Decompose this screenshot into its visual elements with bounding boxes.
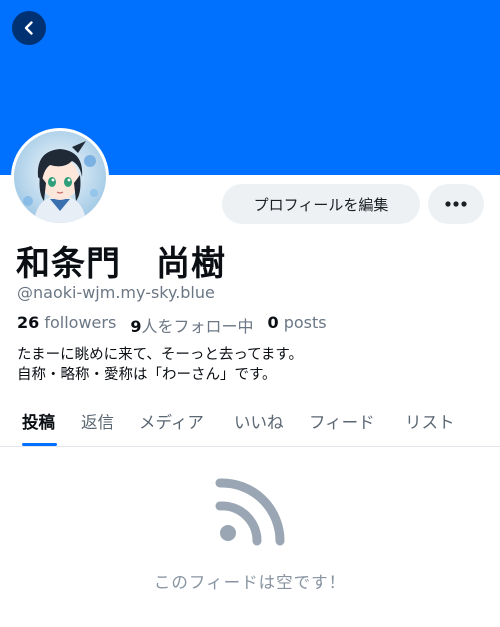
bio-line: たまーに眺めに来て、そーっと去ってます。 (17, 347, 303, 363)
more-options-button[interactable] (428, 184, 484, 224)
tab-lists[interactable]: リスト (405, 409, 455, 433)
tab-replies[interactable]: 返信 (81, 409, 114, 433)
posts-label: posts (283, 313, 327, 332)
bio-line: 自称・略称・愛称は「わーさん」です。 (17, 367, 277, 383)
followers-count: 26 (17, 313, 40, 332)
avatar[interactable] (11, 128, 109, 226)
following-stat[interactable]: 9人をフォロー中 (130, 313, 253, 337)
profile-bio: たまーに眺めに来て、そーっと去ってます。 自称・略称・愛称は「わーさん」です。 (17, 345, 303, 385)
profile-stats: 26 followers 9人をフォロー中 0 posts (17, 313, 327, 337)
posts-count: 0 (267, 313, 279, 332)
tab-posts[interactable]: 投稿 (22, 409, 55, 433)
following-label: 人をフォロー中 (141, 317, 254, 336)
followers-stat[interactable]: 26 followers (17, 313, 116, 337)
ellipsis-icon (445, 201, 467, 207)
rss-feed-icon (215, 478, 285, 546)
profile-tabs: 投稿 返信 メディア いいね フィード リスト (0, 400, 500, 447)
followers-label: followers (44, 313, 117, 332)
chevron-left-icon (24, 21, 33, 35)
tab-media[interactable]: メディア (139, 409, 204, 433)
avatar-image (14, 131, 106, 223)
edit-profile-button[interactable]: プロフィールを編集 (222, 184, 420, 224)
active-tab-indicator (22, 443, 57, 446)
display-name: 和条門 尚樹 (16, 244, 226, 284)
tab-feeds[interactable]: フィード (309, 409, 375, 433)
following-count: 9 (130, 317, 142, 336)
back-button[interactable] (12, 11, 46, 45)
posts-stat: 0 posts (267, 313, 326, 337)
user-handle: @naoki-wjm.my-sky.blue (17, 283, 215, 302)
empty-feed-message: このフィードは空です！ (153, 573, 347, 592)
tab-likes[interactable]: いいね (234, 409, 284, 433)
